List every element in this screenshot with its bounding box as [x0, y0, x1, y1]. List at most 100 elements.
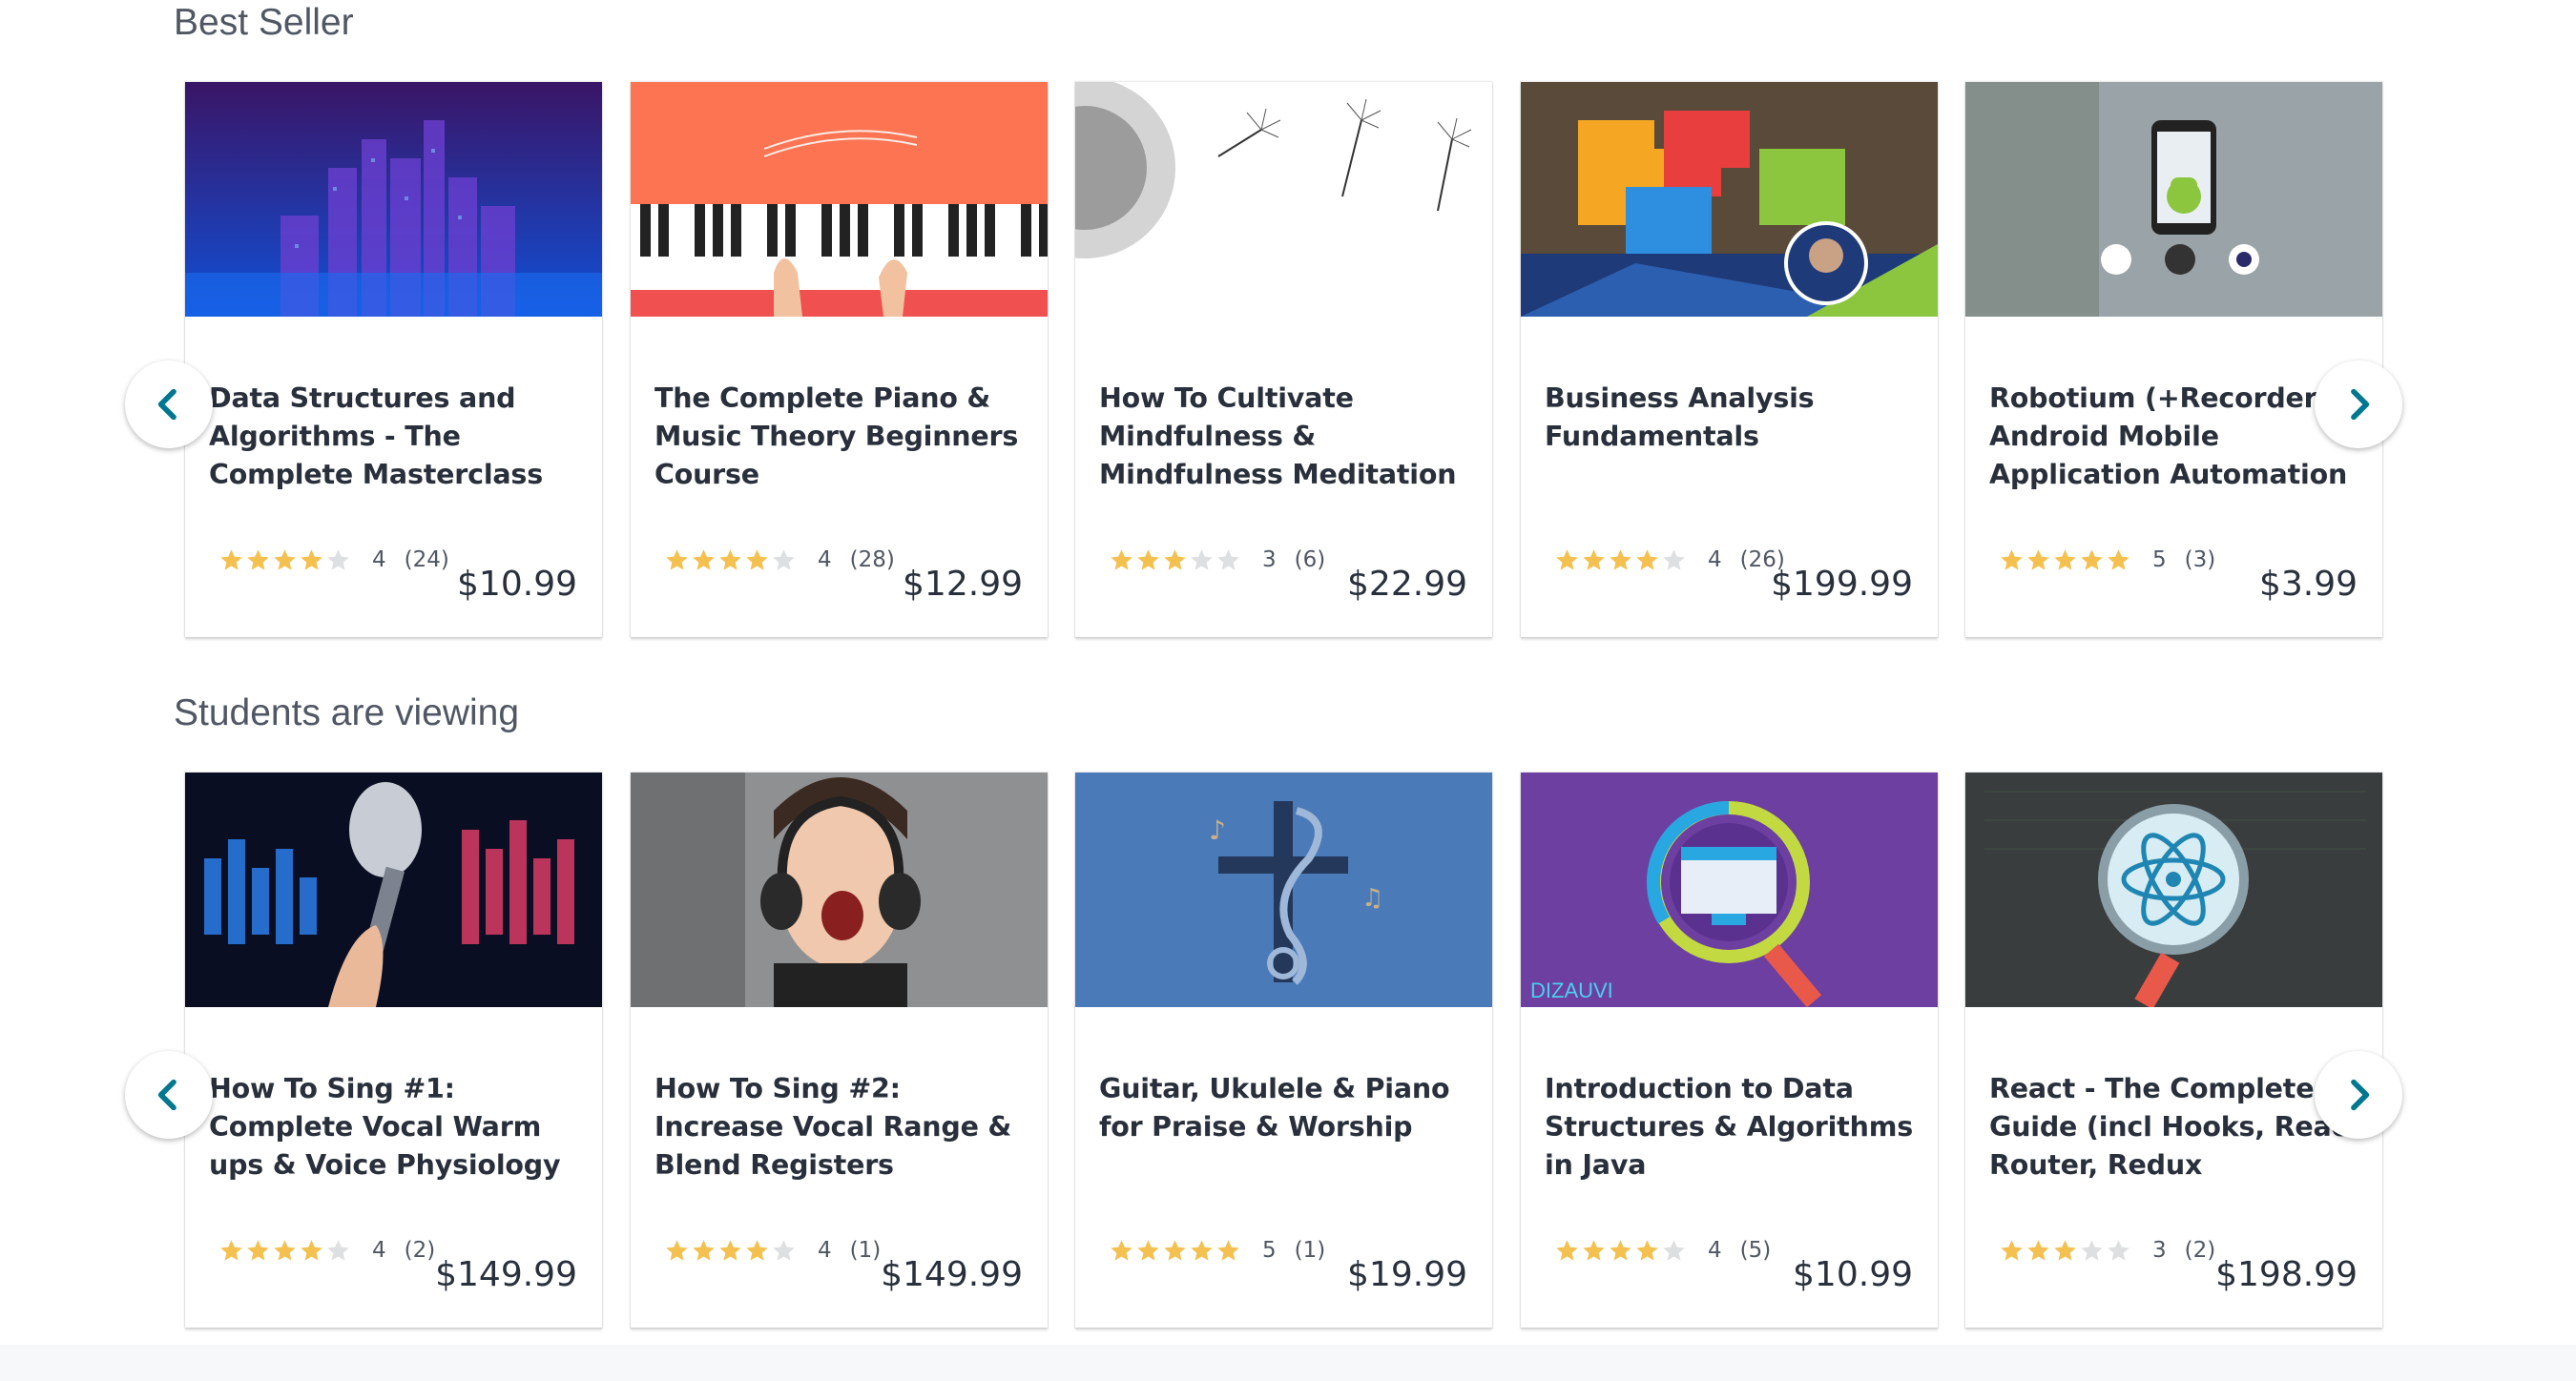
star-icon: [1217, 548, 1239, 570]
course-title[interactable]: Guitar, Ukulele & Piano for Praise & Wor…: [1099, 1070, 1481, 1146]
course-thumbnail[interactable]: [185, 82, 602, 317]
rating-value: 3: [2152, 1238, 2167, 1263]
course-card[interactable]: ♪ ♫ Guitar, Ukulele & Piano for Praise &…: [1075, 773, 1492, 1328]
svg-text:♪: ♪: [1209, 814, 1226, 846]
course-title[interactable]: How To Cultivate Mindfulness & Mindfulne…: [1099, 380, 1481, 494]
star-rating: [664, 1238, 797, 1264]
star-icon: [1137, 548, 1159, 570]
carousel-prev-button[interactable]: [125, 361, 213, 448]
course-card[interactable]: The Complete Piano & Music Theory Beginn…: [631, 82, 1048, 637]
star-rating: [1999, 1238, 2131, 1264]
singer-headphones-image: [631, 773, 1048, 1007]
course-thumbnail[interactable]: DIZAUVI: [1521, 773, 1938, 1007]
carousel-next-button[interactable]: [2315, 361, 2402, 448]
star-rating: [218, 547, 351, 573]
course-card[interactable]: How To Sing #2: Increase Vocal Range & B…: [631, 773, 1048, 1328]
rating-value: 5: [1262, 1238, 1277, 1263]
star-rating: [1999, 547, 2131, 573]
star-icon: [1164, 548, 1186, 570]
course-card[interactable]: DIZAUVI Introduction to Data Structures …: [1521, 773, 1938, 1328]
carousel-next-button[interactable]: [2315, 1051, 2402, 1139]
course-title[interactable]: Data Structures and Algorithms - The Com…: [209, 380, 591, 494]
course-card[interactable]: Robotium (+Recorder) - Android Mobile Ap…: [1965, 82, 2382, 637]
star-icon: [693, 1239, 715, 1261]
star-rating: [1554, 1238, 1687, 1264]
course-card[interactable]: Data Structures and Algorithms - The Com…: [185, 82, 602, 637]
course-rating: 4 (1): [664, 1236, 881, 1265]
rating-value: 3: [1262, 547, 1277, 572]
star-icon: [666, 548, 688, 570]
course-thumbnail[interactable]: [1965, 773, 2382, 1007]
star-icon: [1111, 1239, 1132, 1261]
course-price: $12.99: [903, 565, 1023, 604]
review-count: (2): [2184, 1238, 2216, 1263]
star-icon: [1191, 548, 1213, 570]
star-icon: [1663, 1239, 1685, 1261]
course-title[interactable]: Introduction to Data Structures & Algori…: [1545, 1070, 1926, 1185]
microphone-image: [185, 773, 602, 1007]
star-icon: [301, 548, 322, 570]
star-icon: [2027, 548, 2049, 570]
star-rating: [218, 1238, 351, 1264]
course-title[interactable]: Business Analysis Fundamentals: [1545, 380, 1926, 456]
course-price: $22.99: [1347, 565, 1467, 604]
star-icon: [1191, 1239, 1213, 1261]
best-seller-carousel: Data Structures and Algorithms - The Com…: [0, 82, 2576, 639]
course-card[interactable]: How To Cultivate Mindfulness & Mindfulne…: [1075, 82, 1492, 637]
course-title[interactable]: How To Sing #2: Increase Vocal Range & B…: [654, 1070, 1036, 1185]
city-skyline-image: [185, 82, 602, 317]
star-icon: [1137, 1239, 1159, 1261]
star-icon: [1636, 548, 1658, 570]
star-icon: [773, 1239, 795, 1261]
course-rating: 3 (2): [1999, 1236, 2215, 1265]
star-icon: [666, 1239, 688, 1261]
course-thumbnail[interactable]: [631, 773, 1048, 1007]
rating-value: 4: [372, 1238, 386, 1263]
star-icon: [2108, 548, 2129, 570]
course-title[interactable]: React - The Complete Guide (incl Hooks, …: [1989, 1070, 2371, 1185]
students-viewing-carousel: How To Sing #1: Complete Vocal Warm ups …: [0, 773, 2576, 1329]
course-rating: 3 (6): [1109, 546, 1325, 574]
thumb-brand-text: DIZAUVI: [1530, 979, 1613, 1002]
star-icon: [274, 548, 296, 570]
star-icon: [773, 548, 795, 570]
chevron-left-icon: [157, 1079, 177, 1111]
course-card[interactable]: How To Sing #1: Complete Vocal Warm ups …: [185, 773, 602, 1328]
review-count: (1): [1294, 1238, 1326, 1263]
star-rating: [664, 547, 797, 573]
star-icon: [693, 548, 715, 570]
course-title[interactable]: Robotium (+Recorder) - Android Mobile Ap…: [1989, 380, 2371, 494]
chevron-left-icon: [157, 388, 177, 421]
course-thumbnail[interactable]: [1075, 82, 1492, 317]
course-thumbnail[interactable]: [185, 773, 602, 1007]
course-price: $10.99: [457, 565, 577, 604]
course-thumbnail[interactable]: [1965, 82, 2382, 317]
course-rating: 4 (5): [1554, 1236, 1771, 1265]
treble-clef-cross-image: ♪ ♫: [1075, 773, 1492, 1007]
star-icon: [1217, 1239, 1239, 1261]
course-thumbnail[interactable]: [631, 82, 1048, 317]
section-title-best-seller: Best Seller: [174, 2, 354, 43]
react-magnifier-image: [1965, 773, 2382, 1007]
star-icon: [247, 548, 269, 570]
magnifier-computer-image: DIZAUVI: [1521, 773, 1938, 1007]
carousel-prev-button[interactable]: [125, 1051, 213, 1139]
review-count: (6): [1294, 547, 1326, 572]
course-thumbnail[interactable]: ♪ ♫: [1075, 773, 1492, 1007]
course-title[interactable]: How To Sing #1: Complete Vocal Warm ups …: [209, 1070, 591, 1185]
rating-value: 5: [2152, 547, 2167, 572]
course-title[interactable]: The Complete Piano & Music Theory Beginn…: [654, 380, 1036, 494]
course-price: $198.99: [2215, 1255, 2358, 1294]
star-icon: [301, 1239, 322, 1261]
course-thumbnail[interactable]: [1521, 82, 1938, 317]
course-card[interactable]: React - The Complete Guide (incl Hooks, …: [1965, 773, 2382, 1328]
piano-keys-image: [631, 82, 1048, 317]
android-phone-image: [1965, 82, 2382, 317]
star-icon: [719, 548, 741, 570]
review-count: (2): [404, 1238, 436, 1263]
review-count: (28): [849, 547, 895, 572]
star-icon: [2027, 1239, 2049, 1261]
star-icon: [2108, 1239, 2129, 1261]
star-icon: [274, 1239, 296, 1261]
course-card[interactable]: Business Analysis Fundamentals 4 (26) $1…: [1521, 82, 1938, 637]
